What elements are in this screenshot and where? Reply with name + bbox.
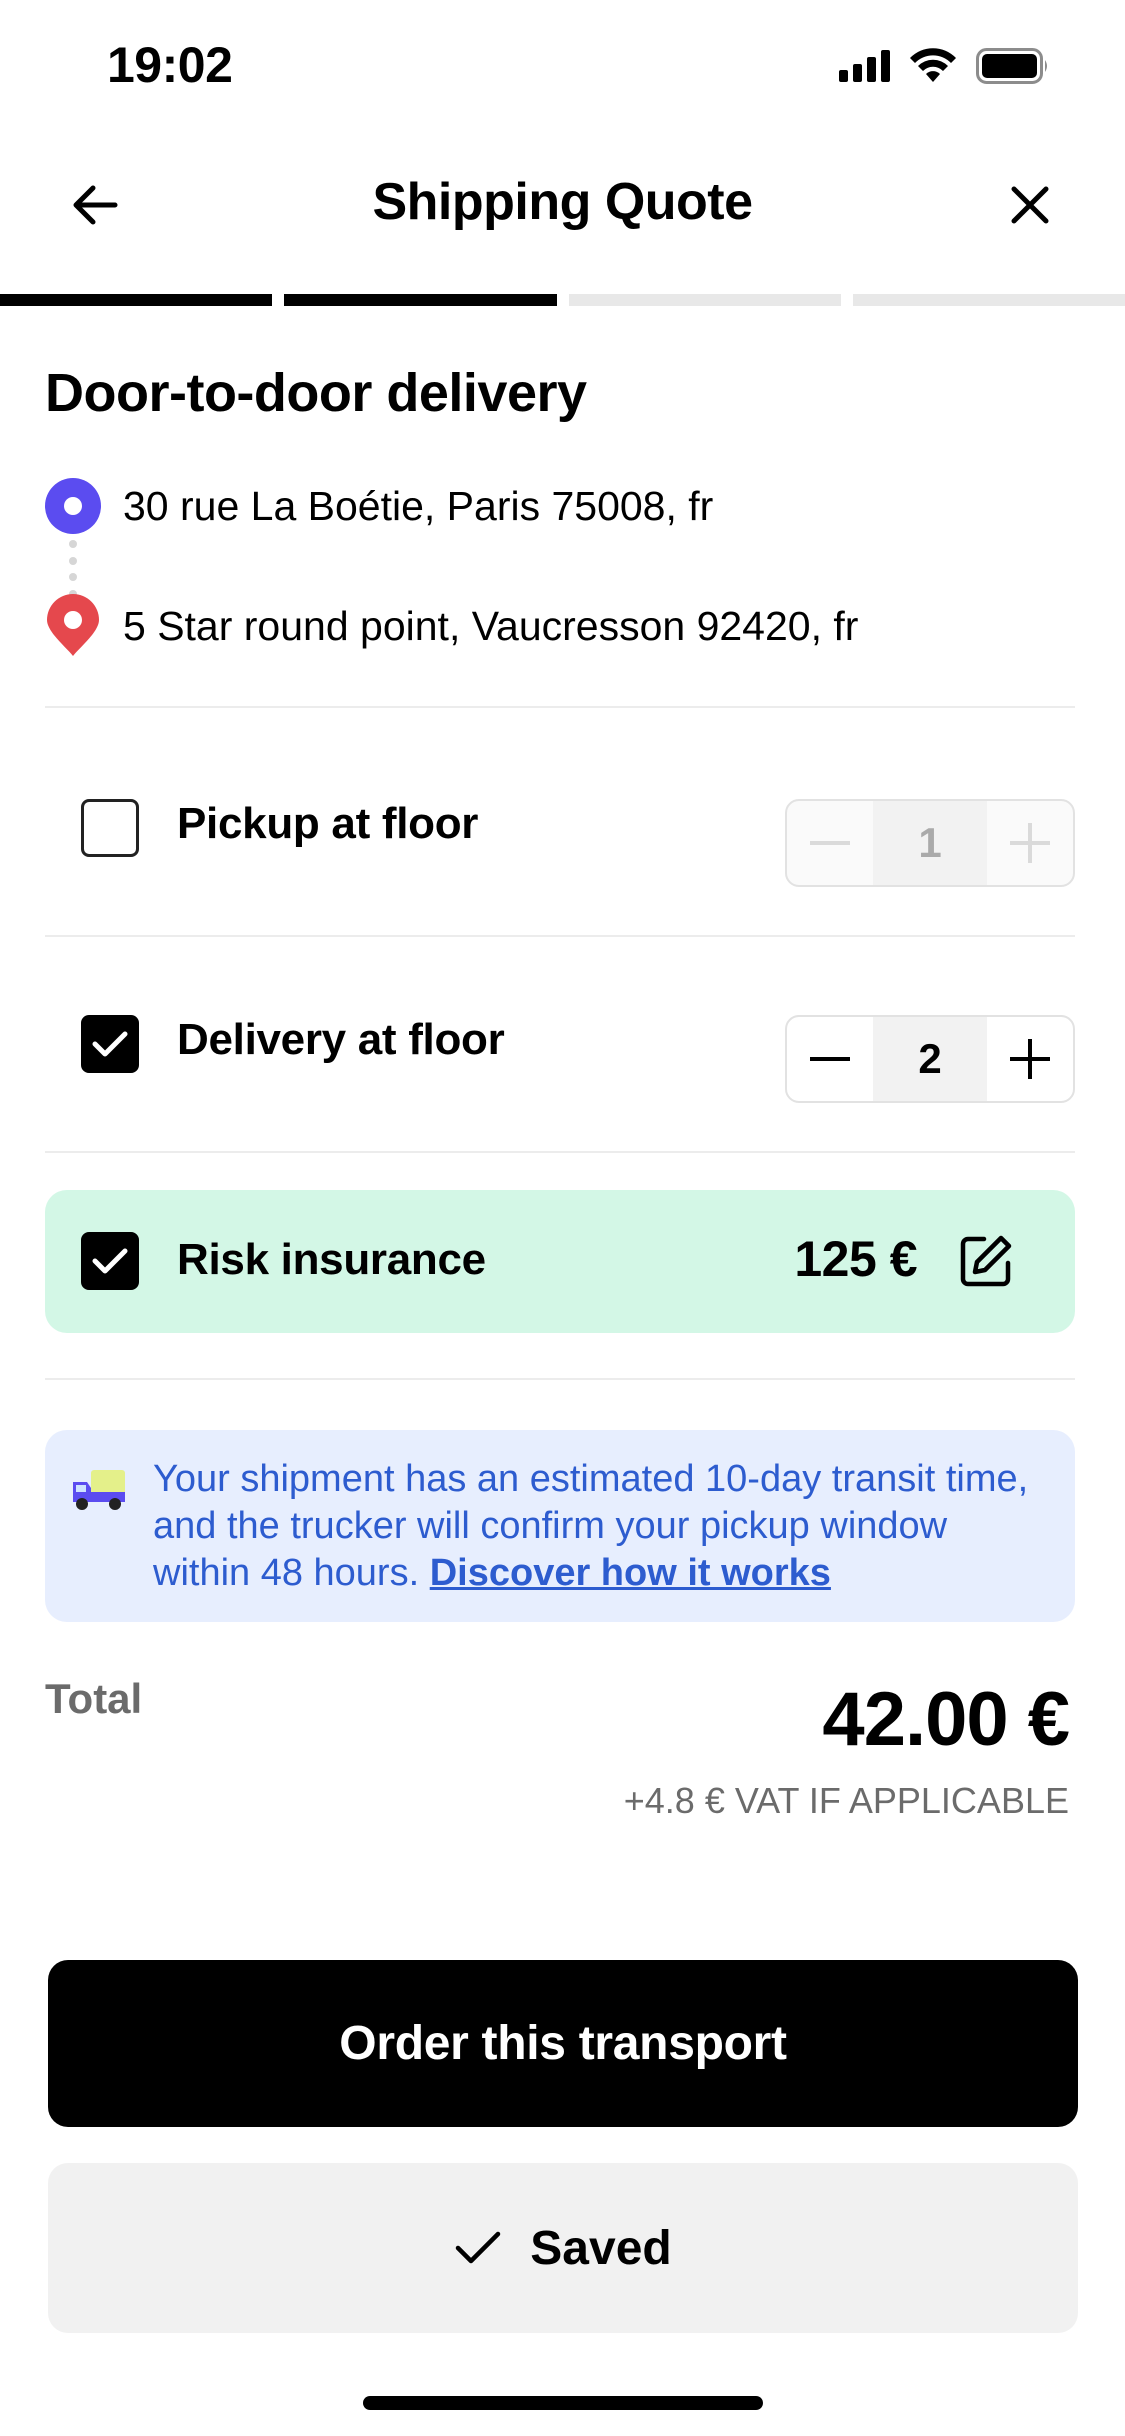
page-title: Shipping Quote	[372, 173, 753, 231]
destination-address: 5 Star round point, Vaucresson 92420, fr	[123, 602, 859, 649]
order-transport-button[interactable]: Order this transport	[48, 1960, 1078, 2127]
status-time: 19:02	[107, 37, 233, 93]
divider	[45, 1378, 1075, 1380]
pickup-floor-label: Pickup at floor	[177, 799, 479, 848]
route-connector	[69, 540, 77, 598]
delivery-decrement-button[interactable]	[787, 1017, 873, 1101]
transit-info-banner: Your shipment has an estimated 10-day tr…	[45, 1430, 1075, 1622]
vat-note: +4.8 € VAT IF APPLICABLE	[623, 1780, 1069, 1821]
destination-row: 5 Star round point, Vaucresson 92420, fr	[45, 594, 858, 658]
pickup-floor-checkbox[interactable]	[81, 799, 139, 857]
plus-icon	[1010, 823, 1050, 863]
origin-marker-icon	[45, 478, 101, 534]
cellular-signal-icon	[839, 50, 890, 82]
delivery-type-title: Door-to-door delivery	[45, 363, 587, 423]
pickup-floor-value: 1	[873, 801, 987, 885]
edit-icon	[960, 1235, 1012, 1287]
battery-icon	[976, 48, 1047, 84]
pickup-floor-stepper: 1	[785, 799, 1075, 887]
checkmark-icon	[92, 1031, 128, 1057]
wifi-icon	[910, 48, 956, 82]
edit-insurance-button[interactable]	[953, 1228, 1019, 1294]
truck-icon	[73, 1470, 125, 1510]
saved-label: Saved	[530, 2221, 672, 2275]
status-icons	[839, 48, 1050, 84]
origin-address: 30 rue La Boétie, Paris 75008, fr	[123, 482, 714, 529]
step-progress	[0, 294, 1125, 306]
transit-info-text: Your shipment has an estimated 10-day tr…	[153, 1456, 1033, 1597]
total-label: Total	[45, 1675, 143, 1722]
progress-step-4	[852, 294, 1125, 306]
pickup-increment-button[interactable]	[987, 801, 1073, 885]
delivery-floor-stepper: 2	[785, 1015, 1075, 1103]
checkmark-icon	[456, 2231, 501, 2264]
divider	[45, 935, 1075, 937]
divider	[45, 1151, 1075, 1153]
delivery-floor-value: 2	[873, 1017, 987, 1101]
risk-insurance-label: Risk insurance	[177, 1235, 486, 1284]
minus-icon	[810, 1057, 850, 1061]
divider	[45, 706, 1075, 708]
discover-how-it-works-link[interactable]: Discover how it works	[430, 1552, 831, 1594]
close-button[interactable]	[995, 175, 1065, 235]
order-transport-label: Order this transport	[339, 2017, 787, 2070]
delivery-floor-checkbox[interactable]	[81, 1015, 139, 1073]
saved-button[interactable]: Saved	[48, 2163, 1078, 2333]
pickup-decrement-button[interactable]	[787, 801, 873, 885]
map-pin-icon	[47, 594, 99, 656]
risk-insurance-row: Risk insurance 125 €	[45, 1190, 1075, 1333]
risk-insurance-checkbox[interactable]	[81, 1232, 139, 1290]
risk-insurance-amount: 125 €	[794, 1231, 917, 1287]
progress-step-1	[0, 294, 273, 306]
origin-row: 30 rue La Boétie, Paris 75008, fr	[45, 478, 713, 534]
checkmark-icon	[92, 1248, 128, 1274]
total-amount: 42.00 €	[822, 1677, 1070, 1762]
pickup-floor-row: Pickup at floor 1	[45, 757, 1075, 897]
close-icon	[1011, 186, 1049, 224]
progress-step-3	[568, 294, 841, 306]
progress-step-2	[284, 294, 557, 306]
delivery-floor-label: Delivery at floor	[177, 1015, 505, 1064]
minus-icon	[810, 841, 850, 845]
header: Shipping Quote	[0, 150, 1125, 260]
delivery-floor-row: Delivery at floor 2	[45, 973, 1075, 1113]
plus-icon	[1010, 1039, 1050, 1079]
status-bar: 19:02	[0, 0, 1125, 135]
home-indicator	[363, 2396, 763, 2410]
delivery-increment-button[interactable]	[987, 1017, 1073, 1101]
